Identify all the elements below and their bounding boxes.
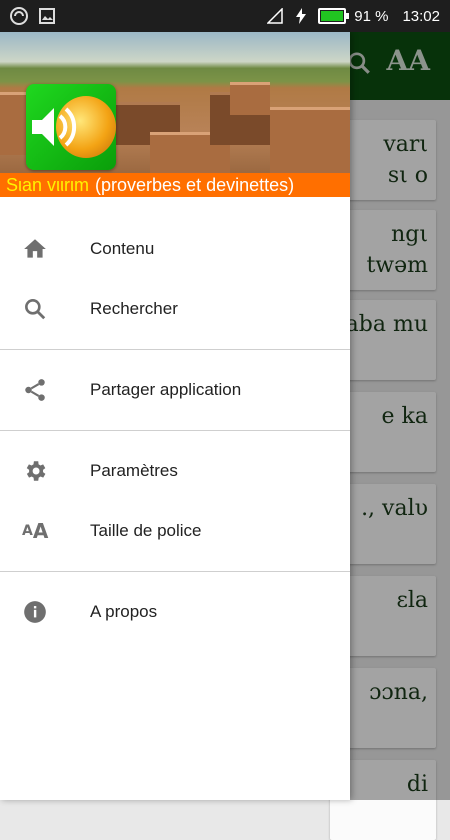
signal-icon <box>266 7 284 25</box>
app-logo-icon <box>10 7 28 25</box>
home-icon <box>0 236 90 262</box>
clock: 13:02 <box>402 7 440 25</box>
village-house <box>230 82 270 115</box>
gear-icon <box>0 458 90 484</box>
menu-item-rechercher[interactable]: Rechercher <box>0 279 350 339</box>
speaker-icon <box>32 107 77 147</box>
status-bar: 91 % 13:02 <box>0 0 450 32</box>
divider <box>0 430 350 431</box>
charging-icon <box>292 7 310 25</box>
menu-item-label: Taille de police <box>90 521 202 540</box>
app-title: Sιan vιιrιm (proverbes et devinettes) <box>0 173 350 197</box>
menu-item-label: Paramètres <box>90 461 178 480</box>
menu-item-label: Contenu <box>90 239 155 258</box>
app-logo <box>26 84 116 170</box>
menu-item-contenu[interactable]: Contenu <box>0 219 350 279</box>
battery-icon <box>318 8 350 24</box>
drawer-menu: Contenu Rechercher Partager application … <box>0 197 350 642</box>
image-icon <box>38 7 56 25</box>
divider <box>0 349 350 350</box>
share-icon <box>0 377 90 403</box>
info-icon <box>0 599 90 625</box>
menu-item-label: Partager application <box>90 380 242 399</box>
menu-item-taille-police[interactable]: AA Taille de police <box>0 501 350 561</box>
app-title-sub: (proverbes et devinettes) <box>95 174 295 195</box>
drawer-header: Sιan vιιrιm (proverbes et devinettes) <box>0 32 350 197</box>
menu-item-label: A propos <box>90 602 158 621</box>
menu-item-parametres[interactable]: Paramètres <box>0 441 350 501</box>
app-title-main: Sιan vιιrιm <box>6 174 90 195</box>
menu-item-a-propos[interactable]: A propos <box>0 582 350 642</box>
village-house <box>270 107 350 180</box>
divider <box>0 571 350 572</box>
menu-item-label: Rechercher <box>90 299 178 318</box>
menu-item-partager[interactable]: Partager application <box>0 360 350 420</box>
navigation-drawer: Sιan vιιrιm (proverbes et devinettes) Co… <box>0 32 350 800</box>
search-icon <box>0 296 90 322</box>
battery-percent: 91 % <box>354 7 389 25</box>
font-size-icon: AA <box>22 519 49 543</box>
